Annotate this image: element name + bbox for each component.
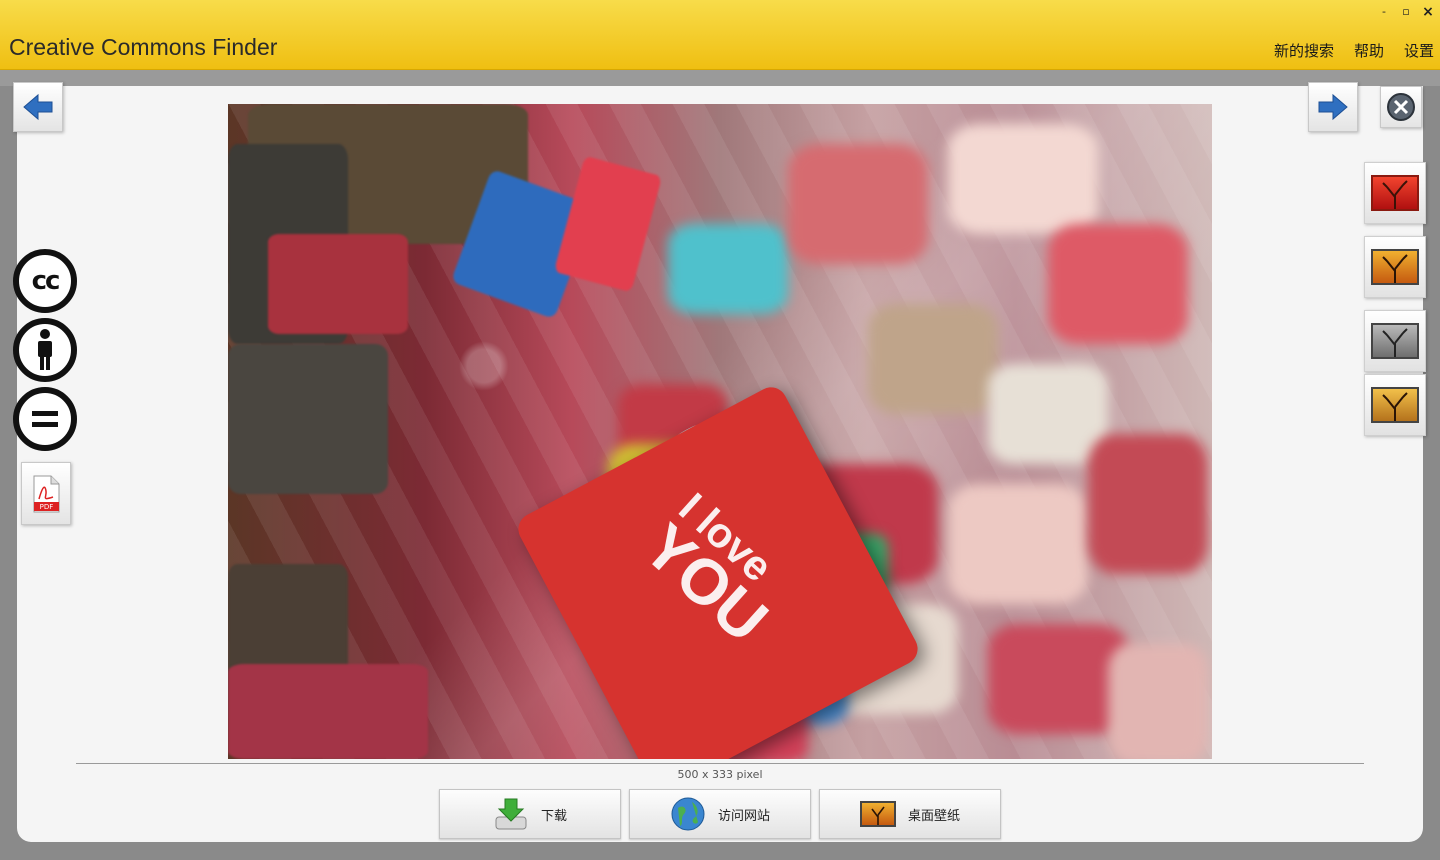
visit-website-button[interactable]: 访问网站 [629, 789, 811, 839]
minimize-button[interactable]: - [1378, 6, 1390, 18]
no-derivatives-icon[interactable] [13, 387, 77, 451]
download-icon [495, 798, 527, 830]
window-controls: - ▫ × [1378, 5, 1434, 19]
globe-icon [671, 797, 705, 831]
close-circle-icon [1387, 93, 1415, 121]
title-bar: Creative Commons Finder - ▫ × 新的搜索 帮助 设置 [0, 0, 1440, 70]
pdf-button[interactable]: PDF [21, 462, 71, 525]
wallpaper-sepia-button[interactable] [1364, 374, 1426, 436]
main-image: I love YOU [228, 104, 1212, 759]
tree-image-red-icon [1371, 175, 1419, 211]
download-button[interactable]: 下载 [439, 789, 621, 839]
close-window-button[interactable]: × [1422, 5, 1434, 19]
attribution-icon[interactable] [13, 318, 77, 382]
menu-new-search[interactable]: 新的搜索 [1274, 40, 1334, 61]
footer-divider [76, 763, 1364, 764]
menu-settings[interactable]: 设置 [1404, 40, 1434, 61]
menu-help[interactable]: 帮助 [1354, 40, 1384, 61]
restore-button[interactable]: ▫ [1400, 6, 1412, 18]
app-title: Creative Commons Finder [9, 34, 278, 60]
top-menu: 新的搜索 帮助 设置 [1274, 40, 1434, 61]
previous-button[interactable] [13, 82, 63, 132]
next-button[interactable] [1308, 82, 1358, 132]
cc-icon[interactable]: cc [13, 249, 77, 313]
arrow-left-icon [23, 93, 53, 121]
tree-image-sepia-icon [1371, 387, 1419, 423]
pdf-icon: PDF [33, 475, 60, 512]
close-viewer-button[interactable] [1380, 86, 1422, 128]
arrow-right-icon [1318, 93, 1348, 121]
wallpaper-red-button[interactable] [1364, 162, 1426, 224]
image-dimensions: 500 x 333 pixel [677, 768, 763, 781]
svg-text:PDF: PDF [40, 503, 54, 511]
wallpaper-grayscale-button[interactable] [1364, 310, 1426, 372]
wallpaper-icon [859, 801, 896, 827]
tree-image-gray-icon [1371, 323, 1419, 359]
wallpaper-sunset-button[interactable] [1364, 236, 1426, 298]
panel-frame [0, 70, 1440, 86]
set-wallpaper-button[interactable]: 桌面壁纸 [819, 789, 1001, 839]
tree-image-sunset-icon [1371, 249, 1419, 285]
